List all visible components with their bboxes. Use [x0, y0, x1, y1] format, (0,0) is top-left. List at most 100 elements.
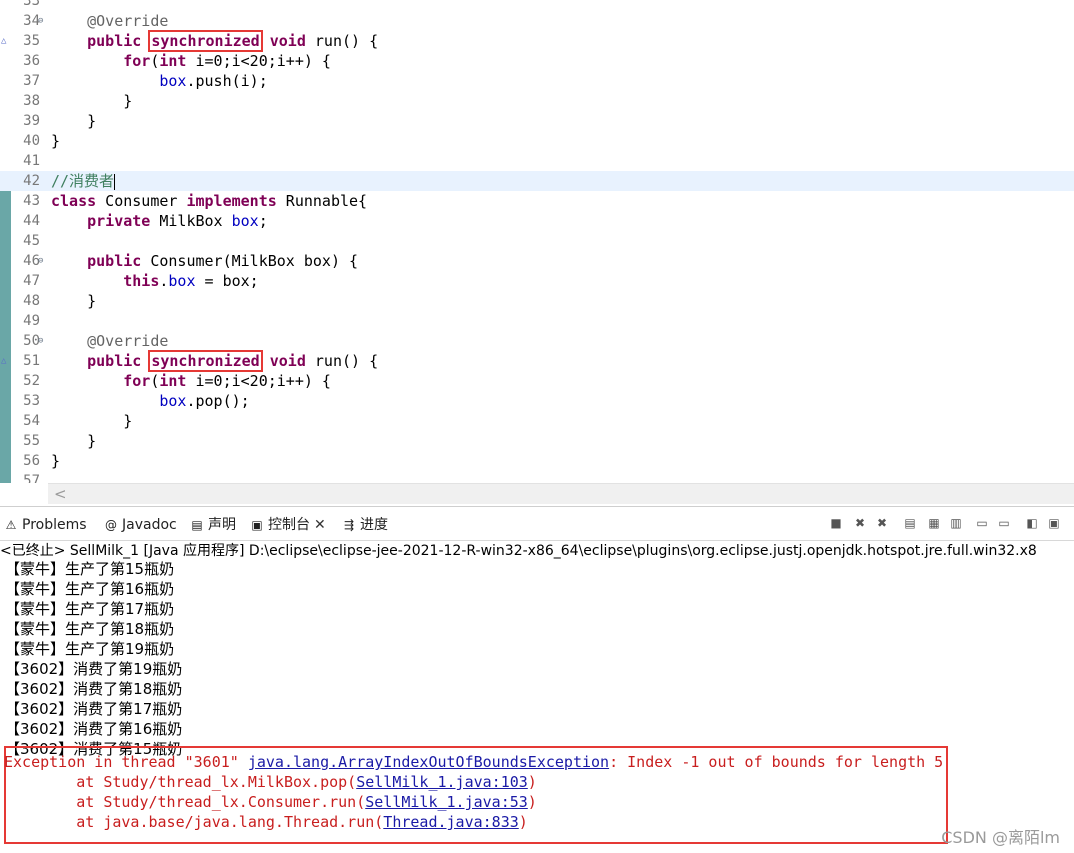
tab-problems[interactable]: ⚠ Problems	[4, 514, 87, 536]
line-number: 54	[23, 413, 40, 429]
remove-launch-icon[interactable]: ✖	[852, 515, 868, 531]
code-text: class Consumer implements Runnable{	[51, 191, 367, 211]
terminate-icon[interactable]: ■	[828, 515, 844, 531]
code-text: public Consumer(MilkBox box) {	[51, 251, 358, 271]
console-output-line: 【3602】消费了第18瓶奶	[5, 680, 183, 698]
code-line[interactable]: 50 ⊖ @Override	[0, 331, 1074, 351]
watermark: CSDN @离陌lm	[941, 828, 1060, 847]
code-line[interactable]: 33	[0, 0, 1074, 11]
code-line[interactable]: 34 ⊖ @Override	[0, 11, 1074, 31]
close-icon[interactable]: ✕	[314, 517, 326, 533]
code-line[interactable]: 41	[0, 151, 1074, 171]
code-line[interactable]: 56}	[0, 451, 1074, 471]
override-marker-icon: △	[1, 36, 7, 46]
code-line[interactable]: 43 class Consumer implements Runnable{	[0, 191, 1074, 211]
console-output-line: 【蒙牛】生产了第19瓶奶	[5, 640, 175, 658]
stacktrace-link[interactable]: java.lang.ArrayIndexOutOfBoundsException	[248, 753, 609, 771]
code-text: }	[51, 131, 60, 151]
tab-console[interactable]: ▣ 控制台 ✕	[250, 514, 326, 536]
line-number: 37	[23, 73, 40, 89]
console-panel-tabbar: ■ ✖ ✖ ▤ ▦ ▥ ▭ ▭ ◧ ▣ ⚠ Problems @ Javadoc ▤ 声明 ▣ 控制台 ✕ ⇶ 进度	[0, 506, 1074, 541]
code-token: public	[87, 32, 142, 50]
exception-text: Exception in thread "3601"	[4, 753, 248, 771]
exception-text: at Study/thread_lx.MilkBox.pop(	[4, 773, 357, 791]
code-line[interactable]: 48 }	[0, 291, 1074, 311]
code-line[interactable]: 37 box.push(i);	[0, 71, 1074, 91]
fold-collapse-icon[interactable]: ⊖	[38, 11, 43, 31]
code-line[interactable]: 52 for(int i=0;i<20;i++) {	[0, 371, 1074, 391]
tab-progress[interactable]: ⇶ 进度	[342, 514, 388, 536]
exception-text: )	[527, 773, 537, 791]
tab-label: 控制台	[268, 517, 310, 533]
code-line[interactable]: 49	[0, 311, 1074, 331]
code-line[interactable]: 44 private MilkBox box;	[0, 211, 1074, 231]
code-line[interactable]: 36 for(int i=0;i<20;i++) {	[0, 51, 1074, 71]
console-output-line: 【蒙牛】生产了第17瓶奶	[5, 600, 175, 618]
open-console-icon[interactable]: ▣	[1046, 515, 1062, 531]
code-line[interactable]: 57	[0, 471, 1074, 483]
pin-console-icon[interactable]: ◧	[1024, 515, 1040, 531]
line-number: 36	[23, 53, 40, 69]
code-token: class	[51, 192, 97, 210]
code-line[interactable]: 55 }	[0, 431, 1074, 451]
code-line[interactable]: 51 △ public synchronized void run() {	[0, 350, 1074, 372]
problems-icon: ⚠	[5, 518, 17, 532]
show-on-error-icon[interactable]: ▭	[996, 515, 1012, 531]
code-line[interactable]: 38 }	[0, 91, 1074, 111]
code-token: this	[123, 272, 160, 290]
word-wrap-icon[interactable]: ▥	[948, 515, 964, 531]
exception-text: : Index -1 out of bounds for length 5	[609, 753, 944, 771]
code-token: void	[269, 32, 306, 50]
code-line[interactable]: 47 this.box = box;	[0, 271, 1074, 291]
stacktrace-link[interactable]: SellMilk_1.java:103	[356, 773, 528, 791]
code-editor[interactable]: 33 34 ⊖ @Override 35 △ public synchronized v…	[0, 0, 1074, 483]
clear-console-icon[interactable]: ▤	[902, 515, 918, 531]
code-token: @Override	[87, 332, 169, 350]
progress-icon: ⇶	[343, 518, 355, 532]
exception-line: at java.base/java.lang.Thread.run(Thread…	[4, 812, 528, 832]
code-token: }	[51, 432, 97, 450]
code-token: public	[87, 352, 142, 370]
code-token: Consumer	[96, 192, 187, 210]
code-token: implements	[186, 192, 277, 210]
show-on-output-icon[interactable]: ▭	[974, 515, 990, 531]
code-line[interactable]: 46 ⊖ public Consumer(MilkBox box) {	[0, 251, 1074, 271]
line-number: 49	[23, 313, 40, 329]
code-text: box.pop();	[51, 391, 249, 411]
code-line[interactable]: 35 △ public synchronized void run() {	[0, 30, 1074, 52]
tab-label: 声明	[208, 517, 236, 533]
code-text: for(int i=0;i<20;i++) {	[51, 371, 331, 391]
exception-text: at java.base/java.lang.Thread.run(	[4, 813, 384, 831]
tab-declaration[interactable]: ▤ 声明	[190, 514, 236, 536]
scroll-lock-icon[interactable]: ▦	[926, 515, 942, 531]
declaration-icon: ▤	[191, 518, 203, 532]
code-line[interactable]: 54 }	[0, 411, 1074, 431]
fold-collapse-icon[interactable]: ⊖	[38, 251, 43, 271]
exception-highlight-box: Exception in thread "3601" java.lang.Arr…	[4, 746, 948, 844]
code-token: private	[87, 212, 151, 230]
fold-collapse-icon[interactable]: ⊖	[38, 331, 43, 351]
code-line[interactable]: 45	[0, 231, 1074, 251]
code-token: //消费者	[51, 172, 115, 190]
stacktrace-link[interactable]: SellMilk_1.java:53	[365, 793, 528, 811]
code-line[interactable]: 39 }	[0, 111, 1074, 131]
line-number: 41	[23, 153, 40, 169]
tab-label: 进度	[360, 517, 388, 533]
code-token: }	[51, 132, 61, 150]
stacktrace-link[interactable]: Thread.java:833	[383, 813, 518, 831]
horizontal-scrollbar[interactable]: <	[48, 483, 1074, 504]
line-number: 52	[23, 373, 40, 389]
code-line[interactable]: 40}	[0, 131, 1074, 151]
code-line[interactable]: 42 //消费者	[0, 171, 1074, 191]
scroll-left-icon[interactable]: <	[54, 484, 67, 504]
console-output-line: 【3602】消费了第17瓶奶	[5, 700, 183, 718]
tab-javadoc[interactable]: @ Javadoc	[104, 514, 177, 536]
code-token: @Override	[87, 12, 169, 30]
code-line[interactable]: 53 box.pop();	[0, 391, 1074, 411]
remove-all-icon[interactable]: ✖	[874, 515, 890, 531]
console-toolbar: ■ ✖ ✖ ▤ ▦ ▥ ▭ ▭ ◧ ▣	[828, 515, 1068, 533]
